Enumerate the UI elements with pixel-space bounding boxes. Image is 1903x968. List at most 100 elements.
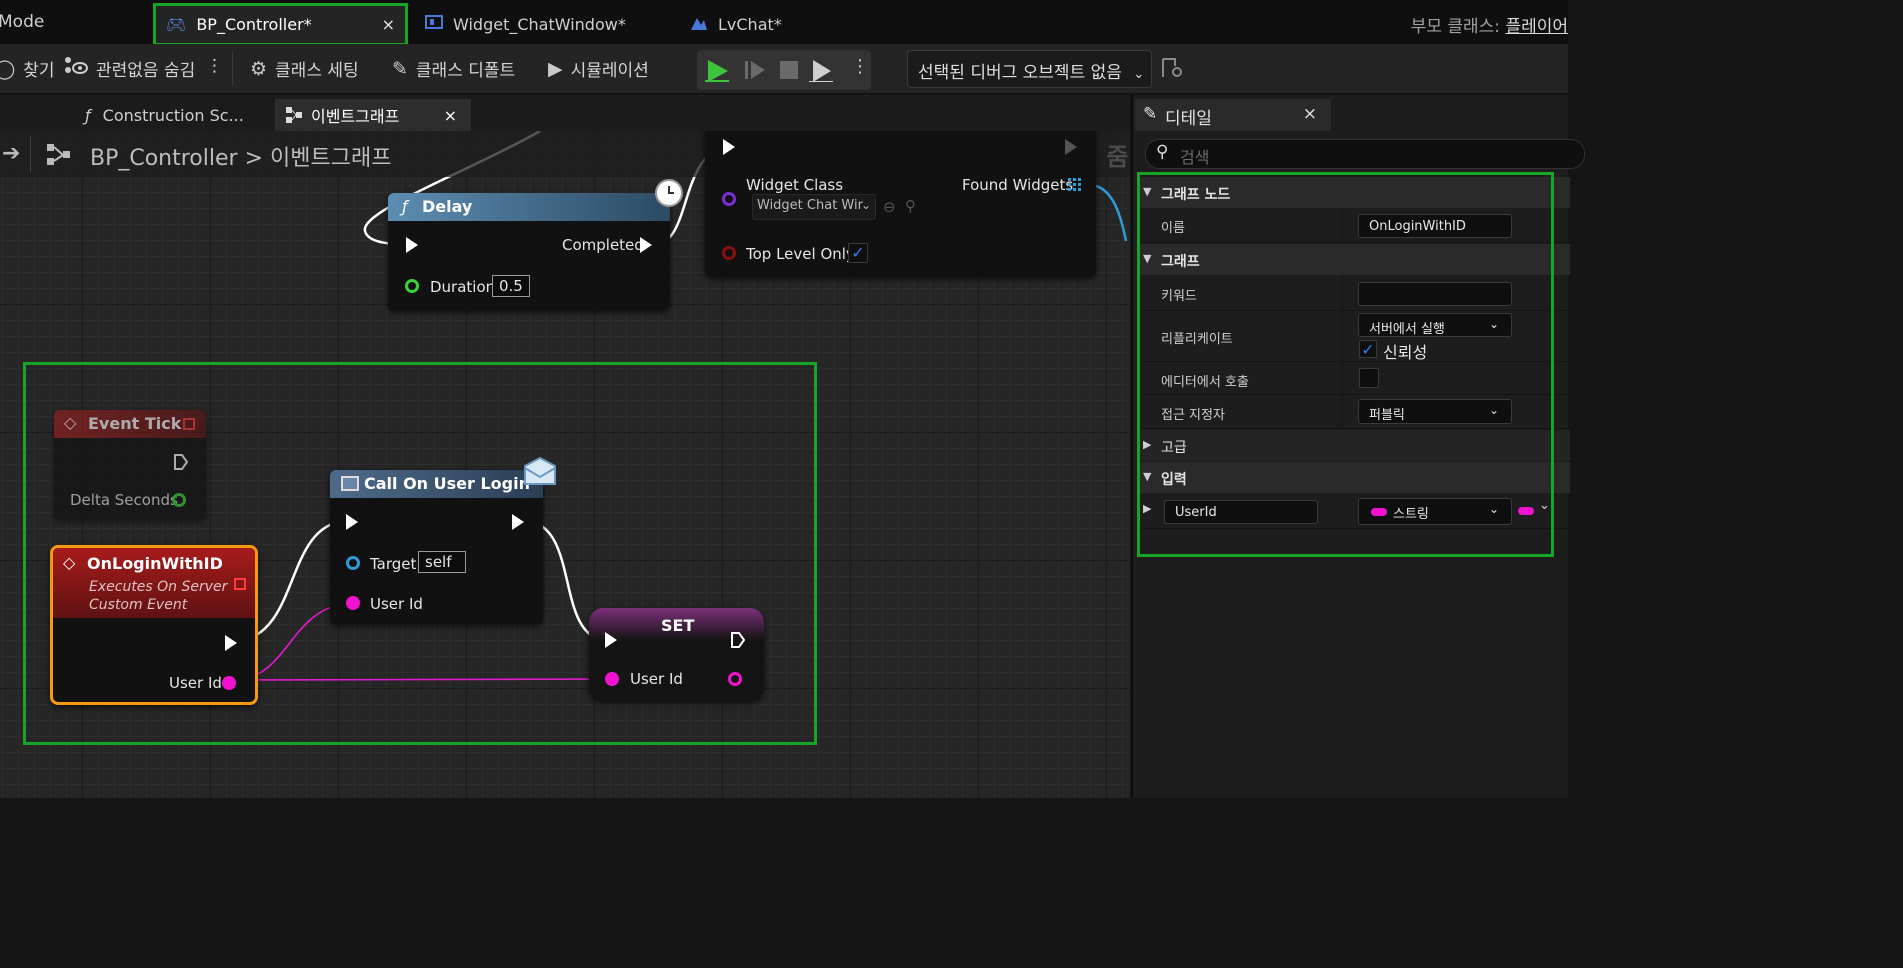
top-level-only-checkbox[interactable]: ✓ [848, 243, 868, 263]
browse-icon[interactable]: ⊖ [883, 198, 896, 216]
tab-lvchat[interactable]: LvChat* [690, 4, 782, 44]
close-icon[interactable]: × [382, 15, 395, 34]
call-login-header: Call On User Login [330, 470, 543, 498]
class-settings-button[interactable]: ⚙ 클래스 세팅 [250, 56, 359, 82]
function-icon: ƒ [85, 105, 91, 125]
class-pin[interactable] [722, 192, 736, 206]
search-icon: ⚲ [1156, 142, 1169, 162]
tab-widget-chatwindow[interactable]: Widget_ChatWindow* [425, 4, 626, 44]
exec-in-pin[interactable] [723, 139, 735, 155]
class-defaults-button[interactable]: ✎ 클래스 디폴트 [392, 56, 515, 82]
delay-node-header: ƒ Delay [388, 193, 670, 221]
node-subtitle: Executes On Server [89, 579, 228, 595]
tab-bp-controller[interactable]: 🎮︎ BP_Controller* × [153, 3, 408, 46]
breadcrumb-path: BP_Controller > 이벤트그래프 [90, 140, 391, 172]
exec-out-pin[interactable] [1065, 139, 1077, 155]
exec-out-pin[interactable] [512, 514, 524, 530]
object-pin[interactable] [346, 556, 360, 570]
tab-label: 이벤트그래프 [311, 107, 400, 126]
debug-filter-icon[interactable] [1160, 56, 1184, 84]
string-pin[interactable] [222, 676, 236, 690]
chevron-down-icon: ⌄ [1133, 67, 1145, 82]
delay-node[interactable]: ƒ Delay Completed Duration 0.5 [388, 179, 683, 310]
stop-icon[interactable] [777, 58, 801, 82]
breadcrumb-current[interactable]: 이벤트그래프 [270, 146, 391, 171]
details-tab-label: 디테일 [1165, 109, 1212, 129]
class-settings-label: 클래스 세팅 [275, 61, 359, 81]
hide-unrelated-button[interactable]: 관련없음 숨김 [64, 56, 195, 81]
exec-in-pin[interactable] [406, 237, 418, 253]
string-out-pin[interactable] [728, 672, 742, 686]
details-panel: ✎ 디테일 × ⚲ 검색 ▼ 그래프 노드 이름 OnLoginWithID ▼… [1131, 95, 1585, 798]
tab-event-graph[interactable]: 이벤트그래프 × [275, 99, 471, 131]
event-icon: ◇ [64, 413, 77, 432]
tab-construction-script[interactable]: ƒ Construction Sc... [75, 99, 265, 131]
simulate-icon: ▶ [548, 57, 563, 80]
duration-label: Duration [430, 278, 496, 296]
parent-class-link[interactable]: 플레이어 [1505, 17, 1568, 37]
set-variable-node[interactable]: SET User Id [589, 608, 764, 701]
array-pin[interactable] [1068, 178, 1082, 192]
on-login-header: ◇ OnLoginWithID Executes On Server Custo… [53, 548, 255, 618]
search-icon[interactable]: ⚲ [905, 197, 916, 215]
parent-class: 부모 클래스: 플레이어 [1411, 12, 1568, 37]
mode-label[interactable]: Mode [0, 12, 44, 32]
exec-in-pin[interactable] [605, 632, 617, 648]
tab-label: BP_Controller* [196, 15, 312, 34]
string-pin[interactable] [346, 596, 360, 610]
user-id-label: User Id [630, 670, 683, 688]
on-login-with-id-node[interactable]: ◇ OnLoginWithID Executes On Server Custo… [50, 545, 258, 705]
string-pin[interactable] [605, 672, 619, 686]
top-level-only-label: Top Level Only [746, 245, 855, 263]
delegate-pin[interactable] [183, 418, 195, 430]
chevron-down-icon: ⌄ [860, 198, 871, 212]
simulation-button[interactable]: ▶ 시뮬레이션 [548, 56, 649, 82]
find-button[interactable]: ◯ 찾기 [0, 56, 55, 82]
details-search-input[interactable]: ⚲ 검색 [1145, 139, 1585, 169]
delegate-pin[interactable] [234, 578, 246, 590]
step-icon[interactable] [743, 58, 767, 82]
hide-unrelated-options-button[interactable]: ⋮ [206, 56, 223, 76]
target-input[interactable]: self [418, 551, 466, 573]
event-graph-icon [47, 144, 70, 165]
node-title: Call On User Login [364, 474, 530, 493]
exec-out-pin[interactable] [640, 237, 652, 253]
play-icon[interactable] [705, 58, 729, 82]
breadcrumb-root[interactable]: BP_Controller [90, 146, 238, 171]
duration-input[interactable]: 0.5 [492, 275, 530, 297]
pencil-icon: ✎ [1143, 104, 1158, 124]
event-tick-node[interactable]: ◇ Event Tick Delta Seconds [54, 410, 206, 520]
play-options-button[interactable]: ⋮ [851, 56, 869, 77]
search-icon: ◯ [0, 57, 16, 80]
event-graph-icon [286, 107, 302, 123]
eject-icon[interactable] [809, 58, 833, 82]
event-icon: ◇ [63, 553, 76, 572]
gamepad-icon: 🎮︎ [166, 15, 187, 34]
float-pin[interactable] [405, 279, 419, 293]
hide-unrelated-label: 관련없음 숨김 [96, 61, 196, 81]
graph-canvas[interactable]: ➔ BP_Controller > 이벤트그래프 1:1 줌 ƒ Delay C… [0, 131, 1130, 798]
close-icon[interactable]: × [1303, 104, 1317, 124]
get-all-widgets-node[interactable]: Widget Class Widget Chat Wir ⌄ ⊖ ⚲ Found… [705, 131, 1096, 277]
simulation-label: 시뮬레이션 [570, 61, 649, 81]
details-tab[interactable]: ✎ 디테일 × [1135, 99, 1331, 131]
close-icon[interactable]: × [444, 106, 457, 125]
document-tab-bar: Mode 🎮︎ BP_Controller* × Widget_ChatWind… [0, 0, 1568, 46]
search-placeholder: 검색 [1180, 148, 1210, 167]
exec-out-pin[interactable] [174, 454, 188, 470]
bool-pin[interactable] [722, 246, 736, 260]
float-pin[interactable] [172, 493, 186, 507]
delta-seconds-label: Delta Seconds [70, 491, 178, 509]
hide-unrelated-icon [64, 56, 88, 81]
exec-out-pin[interactable] [225, 635, 237, 651]
exec-in-pin[interactable] [346, 514, 358, 530]
node-title: Delay [422, 197, 473, 216]
user-id-label: User Id [169, 674, 222, 692]
call-on-user-login-node[interactable]: Call On User Login Target self User Id [330, 456, 556, 624]
widget-class-select[interactable]: Widget Chat Wir ⌄ [752, 194, 876, 220]
exec-out-pin[interactable] [731, 632, 745, 648]
message-icon [341, 476, 359, 491]
back-arrow-icon[interactable]: ➔ [2, 141, 20, 166]
node-subtitle: Custom Event [89, 597, 188, 613]
debug-object-select[interactable]: 선택된 디버그 오브젝트 없음 ⌄ [907, 50, 1152, 88]
